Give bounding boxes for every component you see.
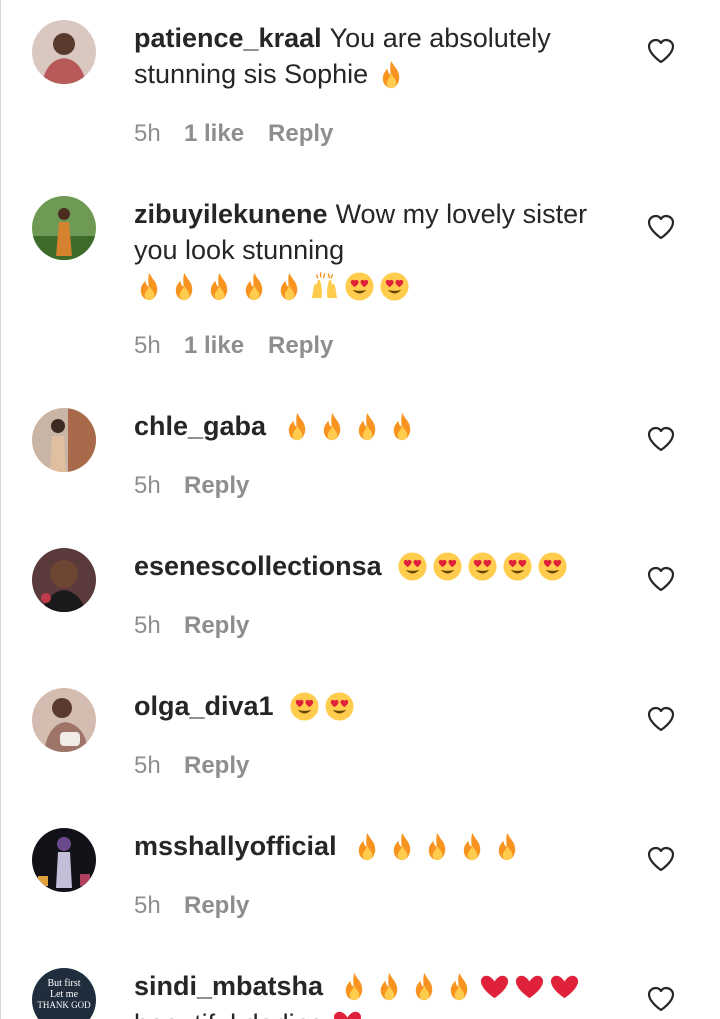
reply-button[interactable]: Reply (184, 892, 249, 920)
avatar[interactable] (32, 408, 96, 472)
emoji-row (134, 270, 414, 306)
fire-emoji (374, 971, 405, 1002)
comment-time: 5h (134, 472, 161, 499)
avatar-text-line: But first (47, 978, 80, 989)
fire-emoji (492, 831, 523, 862)
avatar[interactable] (32, 196, 96, 260)
comment-time: 5h (134, 612, 161, 639)
like-heart-icon[interactable] (647, 706, 675, 732)
comment-body: olga_diva1 (134, 688, 614, 726)
comment-meta: 5h Reply (134, 891, 249, 921)
comment-username[interactable]: olga_diva1 (134, 691, 274, 721)
comment-likes[interactable]: 1 like (184, 120, 244, 148)
comment-body: esenescollectionsa (134, 548, 614, 586)
reply-button[interactable]: Reply (268, 332, 333, 360)
avatar[interactable] (32, 688, 96, 752)
reply-button[interactable]: Reply (268, 120, 333, 148)
avatar[interactable] (32, 548, 96, 612)
comment-meta: 5h 1 like Reply (134, 331, 333, 361)
comment-time: 5h (134, 892, 161, 919)
fire-emoji (444, 971, 475, 1002)
fire-emoji (239, 271, 270, 302)
comment-body: msshallyofficial (134, 828, 614, 866)
fire-emoji (282, 411, 313, 442)
comment-meta: 5h 1 like Reply (134, 119, 333, 149)
heart-eyes-emoji (537, 551, 568, 582)
like-heart-icon[interactable] (647, 846, 675, 872)
emoji-row (282, 410, 422, 446)
comment-username[interactable]: esenescollectionsa (134, 551, 382, 581)
comment-username[interactable]: sindi_mbatsha (134, 971, 323, 1001)
emoji-row (289, 690, 359, 726)
fire-emoji (457, 831, 488, 862)
fire-emoji (387, 831, 418, 862)
fire-emoji (169, 271, 200, 302)
comment-username[interactable]: patience_kraal (134, 23, 322, 53)
avatar[interactable] (32, 20, 96, 84)
comment-time: 5h (134, 332, 161, 359)
like-heart-icon[interactable] (647, 986, 675, 1012)
like-heart-icon[interactable] (647, 38, 675, 64)
reply-button[interactable]: Reply (184, 612, 249, 640)
comment-meta: 5h Reply (134, 471, 249, 501)
like-heart-icon[interactable] (647, 566, 675, 592)
heart-eyes-emoji (397, 551, 428, 582)
heart-eyes-emoji (502, 551, 533, 582)
comment-time: 5h (134, 120, 161, 147)
comment-username[interactable]: zibuyilekunene (134, 199, 328, 229)
fire-emoji (317, 411, 348, 442)
comment-meta: 5h Reply (134, 751, 249, 781)
comments-page: patience_kraal You are absolutely stunnin… (0, 0, 720, 1019)
comment-body: patience_kraal You are absolutely stunnin… (134, 20, 614, 94)
comment-body: chle_gaba (134, 408, 614, 446)
comment-meta: 5h Reply (134, 611, 249, 641)
fire-emoji (274, 271, 305, 302)
like-heart-icon[interactable] (647, 214, 675, 240)
fire-emoji (422, 831, 453, 862)
red-heart-emoji (514, 971, 545, 1002)
raising-hands-emoji (309, 271, 340, 302)
heart-eyes-emoji (324, 691, 355, 722)
comment-text: beautiful darling (134, 1009, 325, 1019)
red-heart-emoji (479, 971, 510, 1002)
comment-body: zibuyilekunene Wow my lovely sister you l… (134, 196, 614, 306)
heart-eyes-emoji (467, 551, 498, 582)
avatar-text-line: Let me (50, 989, 79, 1000)
fire-emoji (352, 411, 383, 442)
comment-likes[interactable]: 1 like (184, 332, 244, 360)
red-heart-emoji (549, 971, 580, 1002)
emoji-row (352, 830, 527, 866)
fire-emoji (352, 831, 383, 862)
red-heart-emoji (332, 1007, 363, 1019)
fire-emoji (134, 271, 165, 302)
heart-eyes-emoji (432, 551, 463, 582)
comment-time: 5h (134, 752, 161, 779)
emoji-row (339, 970, 584, 1006)
fire-emoji (204, 271, 235, 302)
heart-eyes-emoji (344, 271, 375, 302)
fire-emoji (376, 59, 407, 90)
avatar[interactable]: But first Let me THANK GOD (32, 968, 96, 1019)
fire-emoji (339, 971, 370, 1002)
fire-emoji (409, 971, 440, 1002)
reply-button[interactable]: Reply (184, 752, 249, 780)
comment-username[interactable]: msshallyofficial (134, 831, 337, 861)
reply-button[interactable]: Reply (184, 472, 249, 500)
avatar-text-line: THANK GOD (37, 1000, 91, 1010)
emoji-row (376, 58, 411, 94)
fire-emoji (387, 411, 418, 442)
like-heart-icon[interactable] (647, 426, 675, 452)
avatar[interactable] (32, 828, 96, 892)
heart-eyes-emoji (289, 691, 320, 722)
heart-eyes-emoji (379, 271, 410, 302)
comment-body: sindi_mbatsha beautiful darling (134, 968, 614, 1019)
emoji-row (397, 550, 572, 586)
comment-username[interactable]: chle_gaba (134, 411, 266, 441)
